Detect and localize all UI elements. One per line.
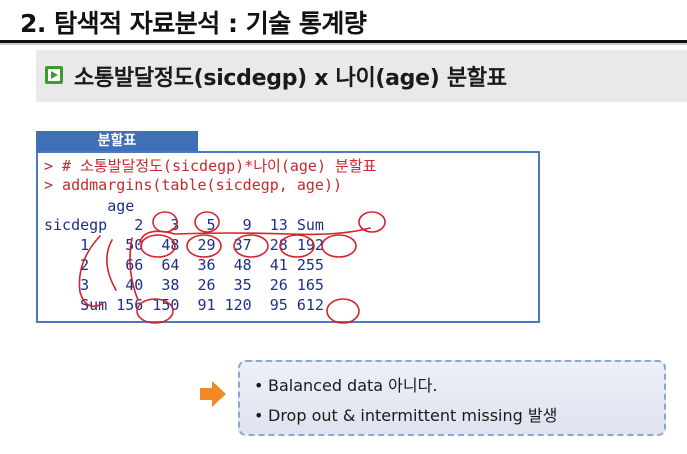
title-underline-shadow <box>0 43 687 45</box>
bullet-icon: • <box>254 406 264 425</box>
code-line-column-header: sicdegp 2 3 5 9 13 Sum <box>44 216 324 234</box>
code-line-row-3: 3 40 38 26 35 26 165 <box>44 276 324 294</box>
note-item-dropout: • Drop out & intermittent missing 발생 <box>254 402 557 426</box>
code-line-row-2: 2 66 64 36 48 41 255 <box>44 256 324 274</box>
code-output-panel: > # 소통발달정도(sicdegp)*나이(age) 분할표 > addmar… <box>36 151 540 323</box>
note-callout: • Balanced data 아니다. • Drop out & intermit… <box>238 360 666 436</box>
play-bullet-icon <box>45 66 63 84</box>
arrow-right-icon <box>200 381 226 407</box>
note-text-dropout: Drop out & intermittent missing 발생 <box>268 406 558 425</box>
code-line-row-1: 1 50 48 29 37 28 192 <box>44 236 324 254</box>
code-line-command: > addmargins(table(sicdegp, age)) <box>44 176 343 194</box>
note-text-balanced: Balanced data 아니다. <box>268 376 438 395</box>
bullet-icon: • <box>254 376 264 395</box>
code-line-sum-row: Sum 156 150 91 120 95 612 <box>44 296 324 314</box>
code-line-comment: > # 소통발달정도(sicdegp)*나이(age) 분할표 <box>44 157 377 175</box>
code-line-age-header: age <box>44 197 135 215</box>
note-item-balanced: • Balanced data 아니다. <box>254 372 437 396</box>
slide-title: 2. 탐색적 자료분석 : 기술 통계량 <box>20 9 367 38</box>
code-panel-tab: 분할표 <box>36 131 198 151</box>
subheading-text: 소통발달정도(sicdegp) x 나이(age) 분할표 <box>74 66 507 91</box>
